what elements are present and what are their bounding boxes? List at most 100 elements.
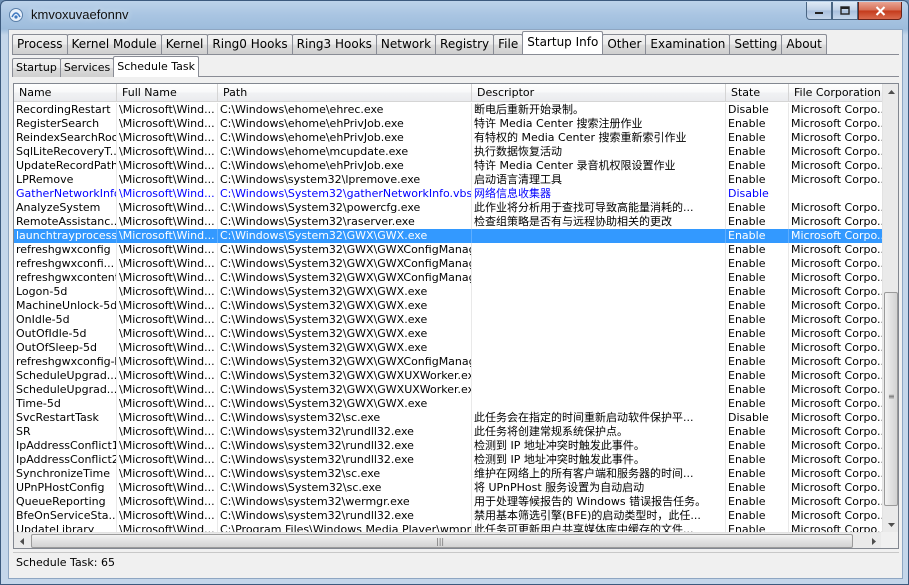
table-row[interactable]: launchtrayprocess \Microsoft\Wind... C:\Wi… [14,229,884,243]
column-header-name[interactable]: Name [14,84,117,102]
cell-descriptor: 维护在网络上的所有客户端和服务器的时间... [472,467,726,481]
table-row[interactable]: SynchronizeTime \Microsoft\Wind... C:\Wind… [14,467,884,481]
column-header-file-corporation[interactable]: File Corporation [789,84,884,102]
table-row[interactable]: SqlLiteRecoveryT... \Microsoft\Wind... C:\… [14,145,884,159]
cell-descriptor: 禁用基本筛选引擎(BFE)的启动类型时，此任... [472,509,726,523]
cell-file-corporation: Microsoft Corpo... [791,439,884,453]
close-button[interactable] [858,2,902,20]
table-row[interactable]: RegisterSearch \Microsoft\Wind... C:\Windo… [14,117,884,131]
scroll-left-button[interactable] [14,533,30,548]
scroll-up-button[interactable] [883,84,898,100]
cell-descriptor: 断电后重新开始录制。 [472,103,726,117]
cell-path: C:\Windows\System32\GWX\GWX.exe [218,341,472,355]
tab-registry[interactable]: Registry [435,34,495,54]
cell-path: C:\Windows\System32\GWX\GWX.exe [218,327,472,341]
table-row[interactable]: Logon-5d \Microsoft\Wind... C:\Windows\Sys… [14,285,884,299]
column-header-full-name[interactable]: Full Name [117,84,218,102]
table-row[interactable]: refreshgwxconfi... \Microsoft\Wind... C:\W… [14,257,884,271]
tab-network[interactable]: Network [375,34,437,54]
cell-name: IpAddressConflict1 [16,439,117,453]
table-row[interactable]: SR \Microsoft\Wind... C:\Windows\system32\… [14,425,884,439]
tab-startup-info[interactable]: Startup Info [522,31,604,54]
table-row[interactable]: BfeOnServiceSta... \Microsoft\Wind... C:\W… [14,509,884,523]
status-bar: Schedule Task: 65 [13,552,899,574]
tab-other[interactable]: Other [602,34,647,54]
cell-file-corporation: Microsoft Corpo... [791,383,884,397]
horizontal-scroll-thumb[interactable]: ||| [31,534,853,548]
tab-ring0-hooks[interactable]: Ring0 Hooks [207,34,293,54]
table-row[interactable]: QueueReporting \Microsoft\Wind... C:\Windo… [14,495,884,509]
cell-file-corporation: Microsoft Corpo... [791,327,884,341]
cell-path: C:\Windows\ehome\ehPrivJob.exe [218,117,472,131]
table-row[interactable]: OutOfIdle-5d \Microsoft\Wind... C:\Windows… [14,327,884,341]
table-row[interactable]: OutOfSleep-5d \Microsoft\Wind... C:\Window… [14,341,884,355]
cell-full-name: \Microsoft\Wind... [117,509,218,523]
table-row[interactable]: MachineUnlock-5d \Microsoft\Wind... C:\Win… [14,299,884,313]
table-row[interactable]: refreshgwxconfig \Microsoft\Wind... C:\Win… [14,243,884,257]
cell-name: UpdateRecordPath [16,159,117,173]
tab-ring3-hooks[interactable]: Ring3 Hooks [291,34,377,54]
minimize-button[interactable] [806,2,832,20]
cell-descriptor: 检测到 IP 地址冲突时触发此事件。 [472,439,726,453]
tab-process[interactable]: Process [12,34,68,54]
window-title: kmvoxuvaefonnv [31,7,129,22]
column-header-state[interactable]: State [726,84,789,102]
cell-state: Enable [726,495,789,509]
cell-full-name: \Microsoft\Wind... [117,187,218,201]
cell-full-name: \Microsoft\Wind... [117,257,218,271]
table-row[interactable]: AnalyzeSystem \Microsoft\Wind... C:\Window… [14,201,884,215]
tab-examination[interactable]: Examination [645,34,731,54]
table-row[interactable]: RemoteAssistanc... \Microsoft\Wind... C:\W… [14,215,884,229]
cell-file-corporation: Microsoft Corpo... [791,159,884,173]
cell-full-name: \Microsoft\Wind... [117,299,218,313]
cell-full-name: \Microsoft\Wind... [117,117,218,131]
arrow-right-icon [872,537,876,545]
cell-file-corporation: Microsoft Corpo... [791,425,884,439]
scroll-right-button[interactable] [866,533,882,548]
tab-kernel-module[interactable]: Kernel Module [66,34,162,54]
cell-full-name: \Microsoft\Wind... [117,145,218,159]
table-row[interactable]: IpAddressConflict1 \Microsoft\Wind... C:\W… [14,439,884,453]
table-row[interactable]: refreshgwxconfig-B \Microsoft\Wind... C:\W… [14,355,884,369]
maximize-icon [840,6,850,15]
schedule-task-list[interactable]: Name Full Name Path Descriptor State File Cor… [13,83,899,549]
table-row[interactable]: ScheduleUpgrad... \Microsoft\Wind... C:\Wi… [14,383,884,397]
table-row[interactable]: Time-5d \Microsoft\Wind... C:\Windows\Syst… [14,397,884,411]
table-row[interactable]: UPnPHostConfig \Microsoft\Wind... C:\Windo… [14,481,884,495]
tab-services[interactable]: Services [59,58,115,77]
horizontal-scrollbar[interactable]: ||| [14,532,882,548]
column-header-path[interactable]: Path [218,84,472,102]
table-row[interactable]: UpdateRecordPath \Microsoft\Wind... C:\Win… [14,159,884,173]
tab-startup[interactable]: Startup [12,58,61,77]
tab-about[interactable]: About [781,34,827,54]
cell-path: C:\Windows\System32\GWX\GWX.exe [218,313,472,327]
tab-schedule-task[interactable]: Schedule Task [113,56,200,77]
cell-path: C:\Windows\System32\GWX\GWX.exe [218,229,472,243]
table-row[interactable]: LPRemove \Microsoft\Wind... C:\Windows\sys… [14,173,884,187]
cell-path: C:\Windows\System32\raserver.exe [218,215,472,229]
table-row[interactable]: SvcRestartTask \Microsoft\Wind... C:\Windo… [14,411,884,425]
cell-name: MachineUnlock-5d [16,299,117,313]
maximize-button[interactable] [832,2,858,20]
table-row[interactable]: RecordingRestart \Microsoft\Wind... C:\Win… [14,103,884,117]
cell-state: Enable [726,467,789,481]
vertical-scroll-thumb[interactable]: ≡ [884,292,898,506]
table-row[interactable]: OnIdle-5d \Microsoft\Wind... C:\Windows\Sy… [14,313,884,327]
cell-descriptor: 特许 Media Center 搜索注册作业 [472,117,726,131]
cell-file-corporation: Microsoft Corpo... [791,313,884,327]
scroll-down-button[interactable] [883,517,898,533]
title-bar[interactable]: kmvoxuvaefonnv [1,1,908,29]
table-row[interactable]: GatherNetworkInfo \Microsoft\Wind... C:\Wi… [14,187,884,201]
tab-kernel[interactable]: Kernel [160,34,209,54]
tab-file[interactable]: File [493,34,524,54]
table-row[interactable]: IpAddressConflict2 \Microsoft\Wind... C:\W… [14,453,884,467]
cell-name: refreshgwxconfi... [14,257,117,271]
table-row[interactable]: ReindexSearchRoot \Microsoft\Wind... C:\Wi… [14,131,884,145]
column-header-descriptor[interactable]: Descriptor [472,84,726,102]
vertical-scrollbar[interactable]: ≡ [882,84,898,533]
cell-full-name: \Microsoft\Wind... [117,481,218,495]
cell-descriptor: 用于处理等候报告的 Windows 错误报告任务。 [472,495,726,509]
table-row[interactable]: refreshgwxcontent \Microsoft\Wind... C:\Wi… [14,271,884,285]
table-row[interactable]: ScheduleUpgrad... \Microsoft\Wind... C:\Wi… [14,369,884,383]
tab-setting[interactable]: Setting [729,34,783,54]
